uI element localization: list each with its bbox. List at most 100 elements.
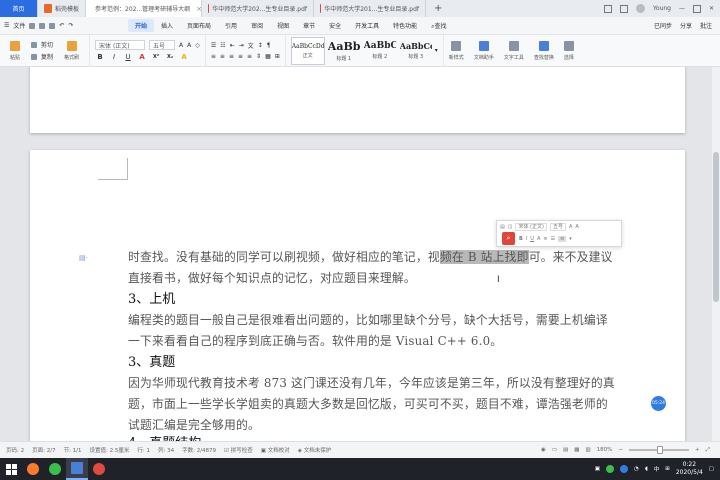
scrollbar-thumb[interactable] xyxy=(713,152,719,302)
tab-pdf-2020[interactable]: 华中师范大学202...生专业目录.pdf xyxy=(202,0,314,17)
distributed-icon[interactable]: ≡ xyxy=(247,53,252,60)
outline-view-icon[interactable]: ▤ xyxy=(563,447,568,453)
selected-text[interactable]: 频在 B 站上找即 xyxy=(439,250,529,264)
search-red-icon[interactable]: ⌕ xyxy=(502,232,515,245)
clock[interactable]: 0:22 2020/5/4 xyxy=(676,461,703,477)
web-view-icon[interactable]: ▦ xyxy=(574,447,579,453)
font-color-button[interactable]: A xyxy=(137,53,147,61)
layout-icon[interactable] xyxy=(620,4,629,13)
tab-document[interactable]: 参考范例：202...管理考研辅导大纲 × xyxy=(86,0,202,17)
superscript-button[interactable]: X² xyxy=(151,54,161,60)
network-icon[interactable]: ◔ xyxy=(634,466,639,472)
show-marks-icon[interactable]: ¶ xyxy=(267,42,271,49)
page-view-icon[interactable]: ▭ xyxy=(552,447,557,453)
mini-grow-icon[interactable]: A xyxy=(569,224,572,230)
underline-button[interactable]: U xyxy=(123,53,133,61)
zoom-out-icon[interactable]: − xyxy=(618,447,623,453)
ime-icon[interactable]: ⊞ xyxy=(665,466,670,472)
find-replace-button[interactable]: 查找替换 xyxy=(529,40,559,61)
border-icon[interactable]: ⊞ xyxy=(275,53,280,60)
doc-proof[interactable]: ▣ 文档校对 xyxy=(261,446,290,454)
style-more-icon[interactable]: ▾ xyxy=(435,47,438,54)
menu-review[interactable]: 审阅 xyxy=(244,21,270,30)
status-row[interactable]: 行: 1 xyxy=(137,446,150,454)
menu-page-layout[interactable]: 页面布局 xyxy=(180,21,218,30)
menu-start[interactable]: 开始 xyxy=(128,19,155,32)
status-section[interactable]: 节: 1/1 xyxy=(64,446,82,454)
sync-status[interactable]: 已同步 xyxy=(654,21,672,30)
recording-timer-badge[interactable]: 05:24 xyxy=(651,396,666,411)
doc-assistant-button[interactable]: 文档助手 xyxy=(469,40,499,61)
paragraph-handle-icon[interactable]: ▤· xyxy=(79,254,88,262)
status-page[interactable]: 页码: 2 xyxy=(6,446,24,454)
fit-width-icon[interactable]: ⤢ xyxy=(706,447,710,454)
paste-button[interactable]: 粘贴 xyxy=(5,40,25,61)
zoom-level[interactable]: 180% xyxy=(597,447,613,453)
style-heading-2[interactable]: AaBbC 标题 2 xyxy=(363,37,397,65)
font-name-select[interactable]: 宋体 (正文) xyxy=(95,40,146,50)
copy-button[interactable]: 复制 xyxy=(31,52,53,61)
bold-button[interactable]: B xyxy=(95,53,105,61)
font-size-select[interactable]: 五号 xyxy=(149,40,176,50)
doc-protect[interactable]: ◈ 文档未保护 xyxy=(298,446,332,454)
minimize-icon[interactable]: — xyxy=(679,5,685,12)
status-col[interactable]: 列: 34 xyxy=(158,446,174,454)
text-tools-button[interactable]: 文字工具 xyxy=(499,40,529,61)
taskbar-browser[interactable] xyxy=(22,458,44,480)
format-painter-button[interactable]: 格式刷 xyxy=(59,40,84,61)
notification-icon[interactable]: ▢ xyxy=(709,466,714,472)
menu-security[interactable]: 安全 xyxy=(322,21,348,30)
mini-font-select[interactable]: 宋体 (正文) xyxy=(515,223,547,231)
highlight-button[interactable]: A xyxy=(179,53,189,61)
mini-shrink-icon[interactable]: A xyxy=(575,224,578,230)
italic-button[interactable]: I xyxy=(109,53,119,61)
read-view-icon[interactable]: ▥ xyxy=(585,447,590,453)
spell-check[interactable]: ☑ 拼写检查 xyxy=(224,446,253,454)
menu-developer[interactable]: 开发工具 xyxy=(348,21,386,30)
grow-font-icon[interactable]: A xyxy=(179,42,183,49)
input-language[interactable]: 中 xyxy=(654,465,660,473)
menu-insert[interactable]: 插入 xyxy=(154,21,180,30)
numbering-icon[interactable]: ☷ xyxy=(220,42,225,49)
style-heading-1[interactable]: AaBb 标题 1 xyxy=(327,37,361,65)
mini-size-select[interactable]: 五号 xyxy=(549,223,566,231)
undo-icon[interactable]: ↶ xyxy=(59,22,64,29)
menu-chapter[interactable]: 章节 xyxy=(296,21,322,30)
status-setting[interactable]: 设置值: 2.5厘米 xyxy=(90,446,130,454)
tab-pdf-2019[interactable]: 华中师范大学201...生专业目录.pdf xyxy=(314,0,426,17)
mini-spacing-icon[interactable]: ≡ xyxy=(558,236,567,242)
cut-button[interactable]: 剪切 xyxy=(31,40,53,49)
tab-home[interactable]: 首页 xyxy=(0,0,38,17)
user-name[interactable]: Young xyxy=(653,5,671,12)
eye-icon[interactable]: ◉ xyxy=(541,447,546,453)
taskbar-recorder[interactable] xyxy=(88,458,110,480)
mini-list-icon[interactable]: ☰ xyxy=(551,236,555,242)
menu-special[interactable]: 特色功能 xyxy=(386,21,424,30)
hamburger-icon[interactable]: ☰ xyxy=(4,22,9,29)
start-button[interactable] xyxy=(0,458,22,480)
maximize-icon[interactable] xyxy=(692,4,701,13)
style-normal[interactable]: AaBbCcDd 正文 xyxy=(290,36,325,65)
zoom-in-icon[interactable]: + xyxy=(695,447,700,453)
mini-italic-icon[interactable]: I xyxy=(526,236,527,242)
zoom-slider-knob[interactable] xyxy=(656,446,663,454)
chinese-layout-icon[interactable]: 文 xyxy=(248,41,254,50)
paint-mini-icon[interactable]: ◫ xyxy=(508,224,513,230)
status-words[interactable]: 字数: 2/4879 xyxy=(182,446,216,454)
mini-align-icon[interactable]: ≡ xyxy=(543,236,547,242)
share-button[interactable]: 分享 xyxy=(680,21,692,30)
style-heading-3[interactable]: AaBbCc 标题 3 xyxy=(399,37,433,65)
outdent-icon[interactable]: ⇤ xyxy=(230,42,235,49)
align-right-icon[interactable]: ≡ xyxy=(229,53,234,60)
mini-bold-icon[interactable]: B xyxy=(519,236,523,242)
align-center-icon[interactable]: ≡ xyxy=(220,53,225,60)
status-pages[interactable]: 页面: 2/7 xyxy=(32,446,55,454)
tray-wechat-icon[interactable] xyxy=(606,465,614,473)
shading-icon[interactable]: ▦ xyxy=(265,53,271,60)
file-menu[interactable]: 文件 xyxy=(13,21,25,30)
close-window-icon[interactable]: ✕ xyxy=(709,5,714,12)
select-button[interactable]: 选择 xyxy=(559,40,579,61)
clear-format-icon[interactable]: ◇ xyxy=(195,42,200,49)
new-style-mini-icon[interactable]: ▤ xyxy=(500,224,505,230)
shrink-font-icon[interactable]: A xyxy=(187,42,191,49)
